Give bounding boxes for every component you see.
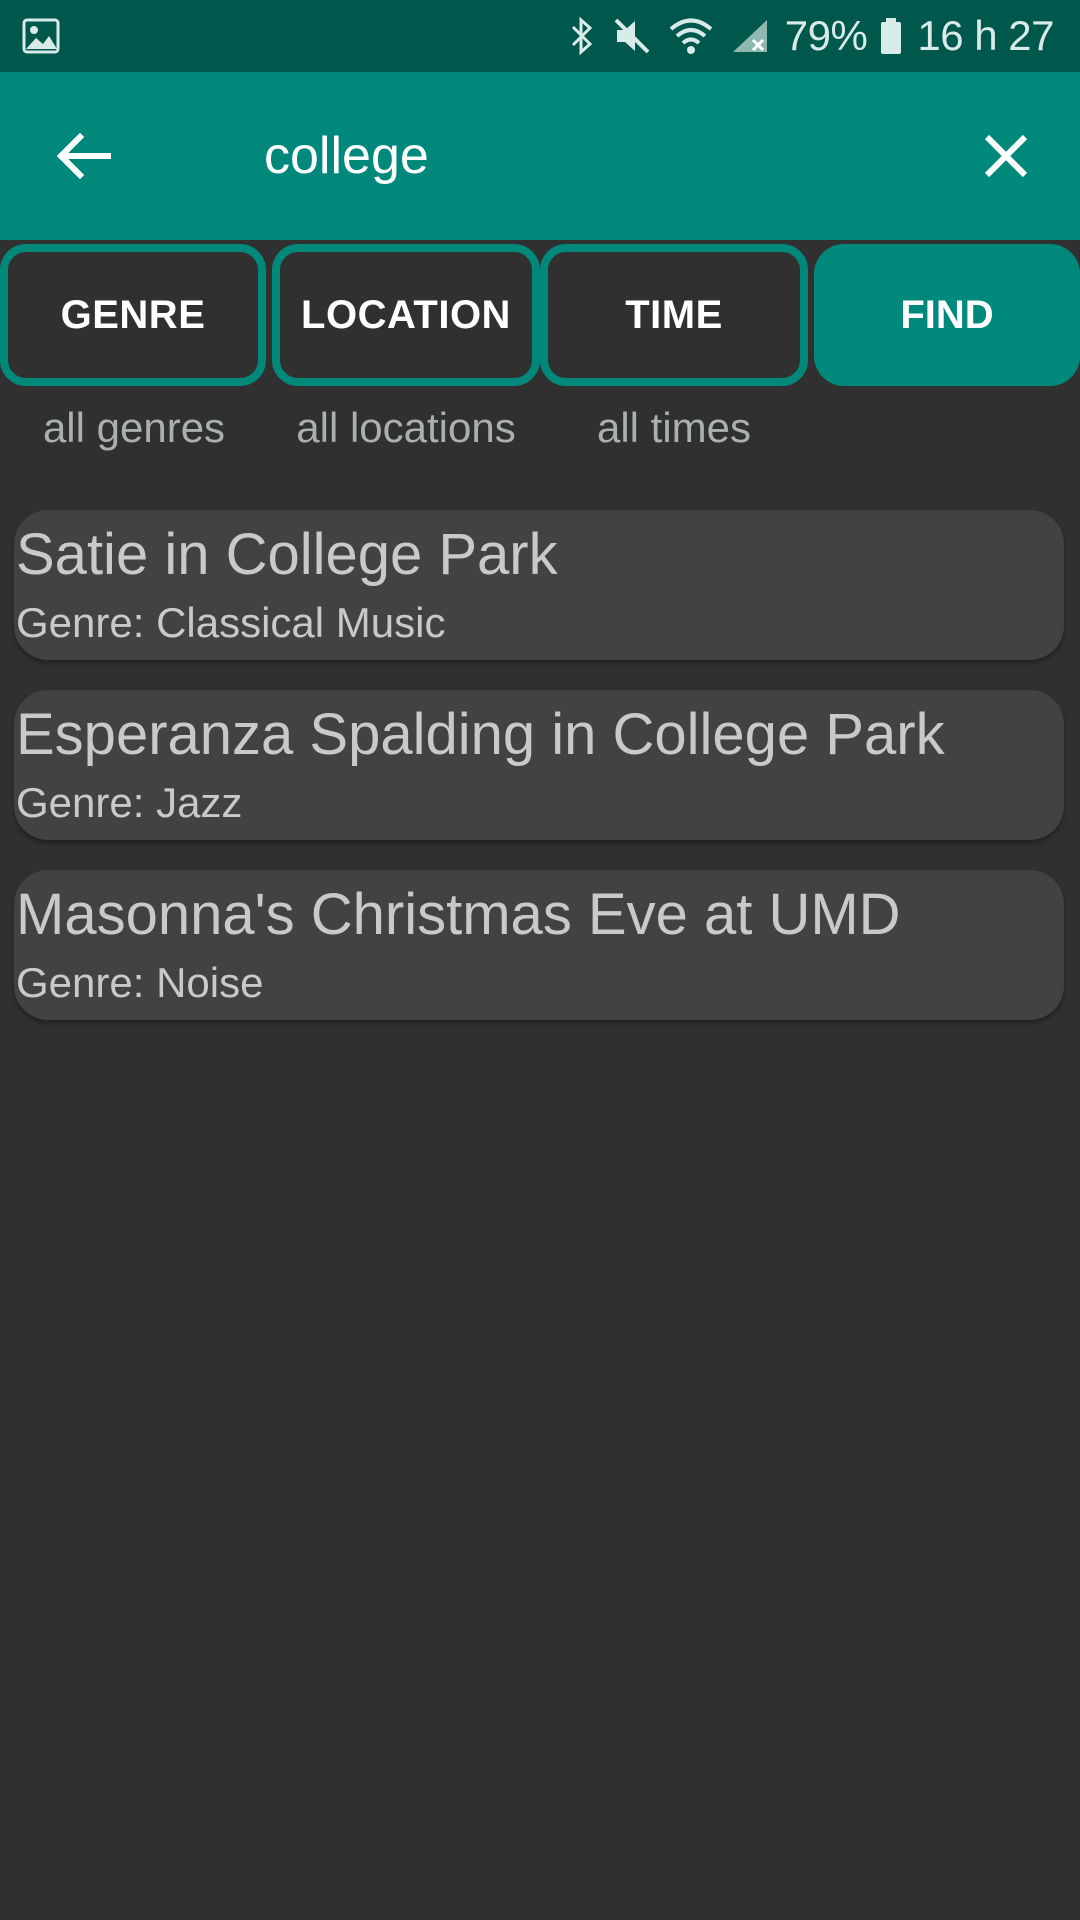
back-button[interactable] <box>46 118 122 194</box>
result-title: Satie in College Park <box>16 522 558 587</box>
result-card[interactable]: Satie in College Park Genre: Classical M… <box>14 510 1064 660</box>
search-input[interactable]: college <box>264 124 429 188</box>
location-filter-button[interactable]: LOCATION <box>272 244 540 386</box>
wifi-icon <box>669 16 713 56</box>
battery-icon <box>879 16 903 56</box>
time-filter-button[interactable]: TIME <box>540 244 808 386</box>
result-card[interactable]: Esperanza Spalding in College Park Genre… <box>14 690 1064 840</box>
result-title: Esperanza Spalding in College Park <box>16 702 945 767</box>
status-bar: 79% 16 h 27 <box>0 0 1080 72</box>
clock: 16 h 27 <box>917 12 1054 59</box>
genre-filter-button[interactable]: GENRE <box>0 244 266 386</box>
filter-bar: GENRE LOCATION TIME FIND <box>0 244 1080 386</box>
image-icon <box>22 18 60 54</box>
signal-icon <box>731 16 771 56</box>
result-genre: Genre: Classical Music <box>16 599 446 646</box>
result-title: Masonna's Christmas Eve at UMD <box>16 882 901 947</box>
result-card[interactable]: Masonna's Christmas Eve at UMD Genre: No… <box>14 870 1064 1020</box>
battery-percent: 79% <box>784 12 868 59</box>
location-filter-value: all locations <box>296 404 516 451</box>
search-toolbar: college <box>0 72 1080 240</box>
arrow-left-icon <box>56 132 111 180</box>
clear-search-button[interactable] <box>968 118 1044 194</box>
close-icon <box>984 134 1028 178</box>
find-button[interactable]: FIND <box>814 244 1080 386</box>
mute-icon <box>613 16 651 56</box>
result-genre: Genre: Jazz <box>16 779 243 826</box>
result-genre: Genre: Noise <box>16 959 264 1006</box>
genre-filter-value: all genres <box>42 404 226 451</box>
time-filter-value: all times <box>596 404 752 451</box>
bluetooth-icon <box>569 16 595 56</box>
